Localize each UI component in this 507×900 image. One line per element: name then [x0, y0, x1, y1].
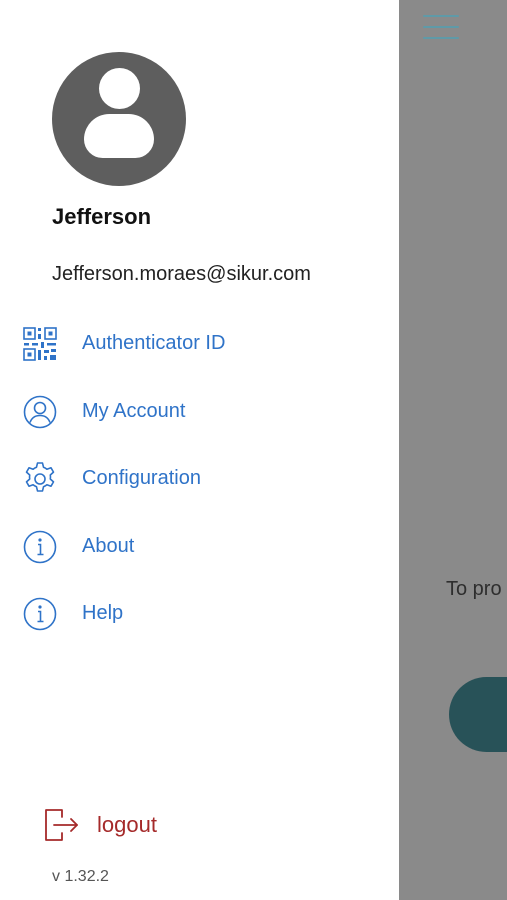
background-app-overlay[interactable]: To pro: [399, 0, 507, 900]
gear-icon: [25, 462, 55, 492]
menu-item-label: Configuration: [82, 467, 201, 489]
logout-label: logout: [97, 812, 157, 837]
menu-item-configuration[interactable]: Configuration: [0, 451, 399, 507]
menu-item-authenticator-id[interactable]: Authenticator ID: [0, 316, 399, 372]
qr-code-icon: [23, 327, 57, 361]
user-email: Jefferson.moraes@sikur.com: [52, 263, 311, 285]
background-instruction-text: To pro: [446, 578, 502, 600]
logout-icon: [45, 809, 78, 841]
info-icon: [23, 597, 57, 631]
info-icon: [23, 530, 57, 564]
navigation-drawer: Jefferson Jefferson.moraes@sikur.com Aut…: [0, 0, 399, 900]
user-name: Jefferson: [52, 204, 152, 229]
menu-item-label: Help: [82, 602, 124, 624]
user-circle-icon: [23, 395, 57, 429]
avatar-body-shape: [84, 114, 154, 158]
app-version: v 1.32.2: [52, 868, 109, 885]
avatar: [52, 52, 186, 186]
background-primary-button[interactable]: [449, 677, 507, 752]
logout-button[interactable]: logout: [40, 800, 240, 850]
menu-item-label: About: [82, 535, 135, 557]
menu-item-label: Authenticator ID: [82, 332, 226, 354]
menu-item-my-account[interactable]: My Account: [0, 384, 399, 440]
menu-item-help[interactable]: Help: [0, 586, 399, 642]
menu-item-label: My Account: [82, 400, 186, 422]
avatar-head-shape: [99, 68, 140, 109]
hamburger-menu-icon[interactable]: [423, 15, 459, 41]
menu-item-about[interactable]: About: [0, 519, 399, 575]
